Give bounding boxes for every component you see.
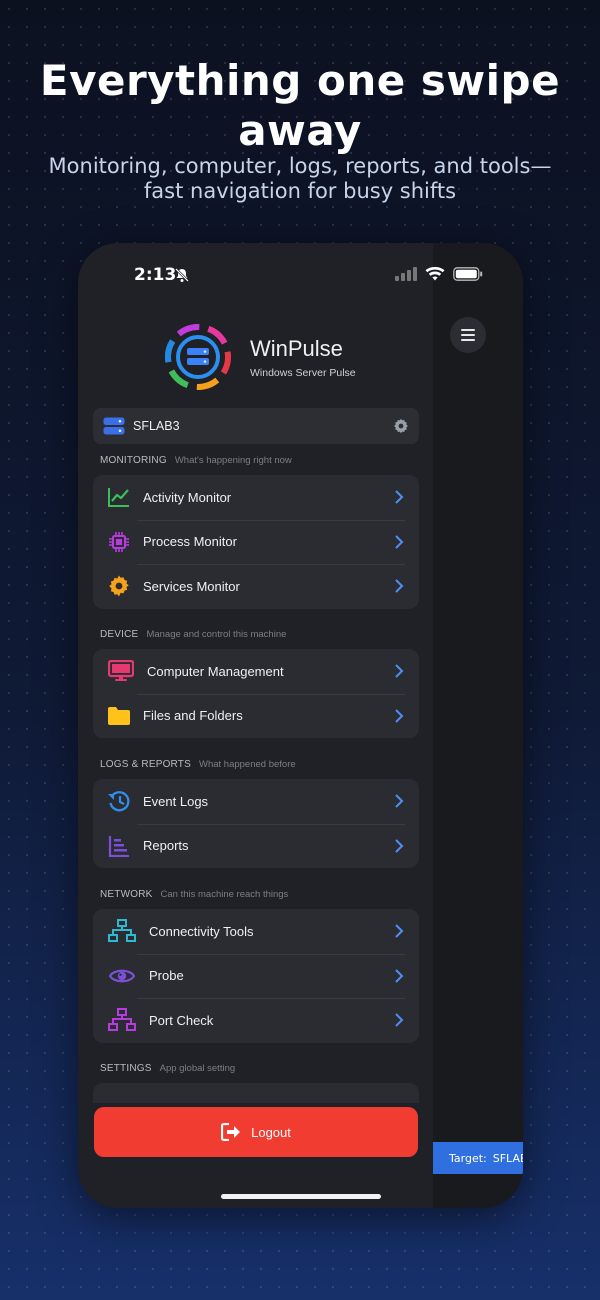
eye-icon bbox=[109, 969, 135, 983]
nav-item-label: Activity Monitor bbox=[143, 489, 232, 505]
monitoring-card: Activity Monitor Process Monitor Service… bbox=[93, 475, 419, 609]
nav-item-event-logs[interactable]: Event Logs bbox=[93, 779, 419, 824]
target-value: SFLAB3 bbox=[492, 1151, 523, 1165]
target-badge[interactable]: Target: SFLAB3 bbox=[433, 1142, 523, 1174]
chevron-right-icon bbox=[395, 794, 404, 808]
home-indicator bbox=[221, 1194, 381, 1199]
chevron-right-icon bbox=[395, 1013, 404, 1027]
gear-icon[interactable] bbox=[393, 418, 409, 434]
section-title: SETTINGS bbox=[100, 1063, 152, 1074]
settings-card-partial bbox=[93, 1083, 419, 1103]
folder-icon bbox=[108, 706, 130, 725]
nav-item-label: Reports bbox=[143, 838, 189, 854]
nav-item-label: Probe bbox=[149, 968, 184, 984]
hamburger-icon bbox=[461, 329, 475, 341]
monitor-icon bbox=[108, 660, 134, 682]
target-label: Target: bbox=[449, 1151, 487, 1165]
section-device: DEVICE Manage and control this machine bbox=[100, 629, 286, 640]
app-subtitle: Windows Server Pulse bbox=[250, 366, 356, 379]
section-desc: Manage and control this machine bbox=[146, 629, 287, 640]
section-desc: What happened before bbox=[198, 759, 296, 770]
history-icon bbox=[108, 791, 130, 812]
section-desc: What's happening right now bbox=[174, 455, 292, 466]
line-chart-icon bbox=[108, 488, 129, 508]
chevron-right-icon bbox=[395, 969, 404, 983]
chevron-right-icon bbox=[395, 535, 404, 549]
device-card: Computer Management Files and Folders bbox=[93, 649, 419, 738]
network-card: Connectivity Tools Probe Port Check bbox=[93, 909, 419, 1043]
cog-icon bbox=[109, 575, 129, 597]
logout-label: Logout bbox=[251, 1124, 291, 1140]
network-nodes-icon bbox=[108, 1008, 136, 1032]
server-selector[interactable]: SFLAB3 bbox=[93, 408, 419, 444]
battery-icon bbox=[453, 267, 483, 281]
phone-frame: Target: SFLAB3 2:13 bbox=[78, 243, 523, 1208]
nav-item-label: Connectivity Tools bbox=[149, 923, 254, 939]
section-title: NETWORK bbox=[100, 889, 153, 900]
server-name: SFLAB3 bbox=[133, 419, 180, 433]
section-desc: App global setting bbox=[159, 1063, 236, 1074]
nav-item-label: Computer Management bbox=[147, 663, 284, 679]
section-logs-reports: LOGS & REPORTS What happened before bbox=[100, 759, 296, 770]
headline: Everything one swipe away bbox=[39, 56, 561, 155]
navigation-drawer: WinPulse Windows Server Pulse SFLAB3 MON… bbox=[78, 243, 433, 1208]
chevron-right-icon bbox=[395, 664, 404, 678]
logout-button[interactable]: Logout bbox=[94, 1107, 418, 1157]
nav-item-label: Services Monitor bbox=[143, 578, 240, 594]
section-desc: Can this machine reach things bbox=[160, 889, 289, 900]
nav-item-computer-management[interactable]: Computer Management bbox=[93, 649, 419, 694]
main-content-pane bbox=[433, 243, 523, 1208]
winpulse-logo-icon bbox=[165, 324, 231, 390]
section-title: DEVICE bbox=[100, 629, 139, 640]
report-bars-icon bbox=[108, 835, 129, 857]
nav-item-label: Event Logs bbox=[143, 793, 209, 809]
chevron-right-icon bbox=[395, 924, 404, 938]
cpu-chip-icon bbox=[109, 531, 129, 552]
chevron-right-icon bbox=[395, 709, 404, 723]
nav-item-files-and-folders[interactable]: Files and Folders bbox=[93, 693, 419, 739]
app-title: WinPulse bbox=[250, 335, 343, 361]
nav-item-probe[interactable]: Probe bbox=[93, 953, 419, 999]
nav-item-label: Port Check bbox=[149, 1012, 214, 1028]
brand-header: WinPulse Windows Server Pulse bbox=[162, 321, 356, 393]
nav-item-activity-monitor[interactable]: Activity Monitor bbox=[93, 475, 419, 520]
section-title: LOGS & REPORTS bbox=[100, 759, 191, 770]
nav-item-label: Files and Folders bbox=[143, 708, 243, 724]
subline: Monitoring, computer, logs, reports, and… bbox=[48, 154, 552, 203]
server-icon bbox=[103, 417, 125, 435]
section-settings: SETTINGS App global setting bbox=[100, 1063, 235, 1074]
chevron-right-icon bbox=[395, 839, 404, 853]
nav-item-port-check[interactable]: Port Check bbox=[93, 998, 419, 1043]
section-network: NETWORK Can this machine reach things bbox=[100, 889, 288, 900]
network-topology-icon bbox=[108, 919, 136, 943]
section-title: MONITORING bbox=[100, 455, 167, 466]
chevron-right-icon bbox=[395, 579, 404, 593]
nav-item-connectivity-tools[interactable]: Connectivity Tools bbox=[93, 909, 419, 954]
nav-item-process-monitor[interactable]: Process Monitor bbox=[93, 519, 419, 565]
logs-card: Event Logs Reports bbox=[93, 779, 419, 868]
hamburger-menu-button[interactable] bbox=[450, 317, 486, 353]
logout-icon bbox=[221, 1123, 241, 1141]
nav-item-reports[interactable]: Reports bbox=[93, 823, 419, 869]
chevron-right-icon bbox=[395, 490, 404, 504]
section-monitoring: MONITORING What's happening right now bbox=[100, 455, 292, 466]
nav-item-services-monitor[interactable]: Services Monitor bbox=[93, 564, 419, 609]
nav-item-label: Process Monitor bbox=[143, 534, 237, 550]
